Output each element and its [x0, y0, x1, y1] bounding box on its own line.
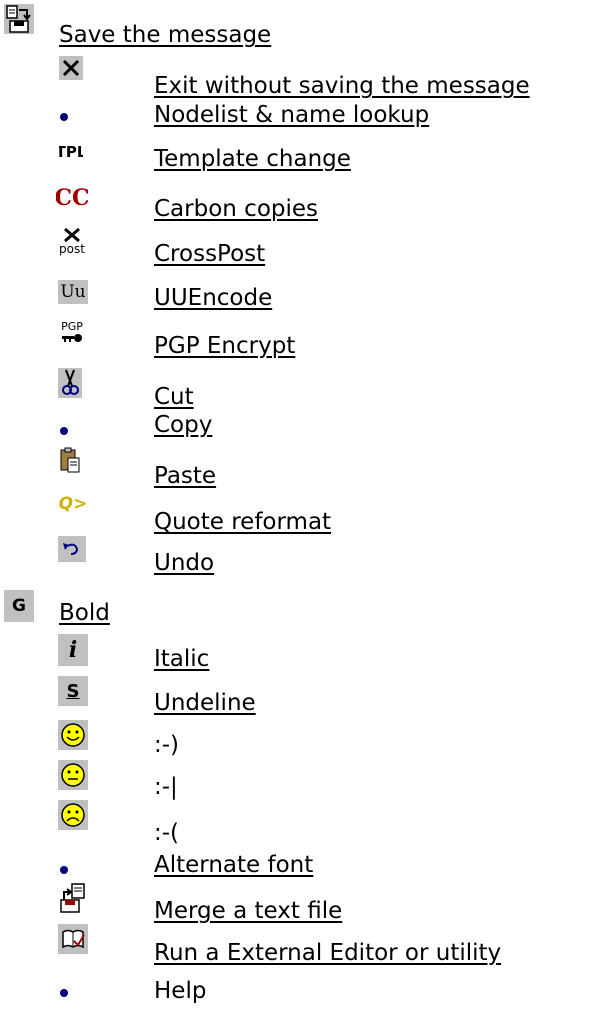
scissors-icon — [58, 368, 82, 398]
item-quote-reformat[interactable]: Q> Quote reformat — [0, 490, 592, 535]
item-smiley-happy[interactable]: :-) — [0, 720, 592, 762]
item-label[interactable]: Run a External Editor or utility — [154, 940, 501, 966]
item-pgp-encrypt[interactable]: PGP PGP Encrypt — [0, 316, 592, 359]
carbon-copy-cc-icon: CC — [56, 186, 88, 210]
item-label[interactable]: Bold — [59, 600, 110, 626]
item-label[interactable]: Merge a text file — [154, 898, 342, 924]
close-icon — [59, 56, 83, 80]
item-label[interactable]: Cut — [154, 384, 194, 410]
item-help[interactable]: Help — [0, 970, 592, 1012]
item-smiley-sad[interactable]: :-( — [0, 800, 592, 846]
quote-reformat-icon: Q> — [58, 492, 88, 516]
item-save-message[interactable]: Save the message — [0, 0, 592, 48]
item-label[interactable]: Quote reformat — [154, 509, 331, 535]
smiley-happy-icon — [58, 720, 88, 750]
item-label[interactable]: Italic — [154, 646, 209, 672]
item-label: :-| — [154, 774, 178, 800]
bullet-icon — [60, 866, 68, 874]
item-label[interactable]: Save the message — [59, 22, 271, 48]
item-undo[interactable]: Undo — [0, 536, 592, 578]
item-label[interactable]: Alternate font — [154, 852, 313, 878]
item-cut[interactable]: Cut — [0, 368, 592, 410]
item-carbon-copies[interactable]: CC Carbon copies — [0, 186, 592, 228]
smiley-sad-icon — [58, 800, 88, 830]
item-label[interactable]: CrossPost — [154, 241, 265, 267]
item-template-change[interactable]: TPL Template change — [0, 140, 592, 182]
pgp-key-icon: PGP — [58, 316, 86, 348]
crosspost-icon: post — [59, 224, 85, 258]
item-label: Help — [154, 978, 207, 1004]
item-label[interactable]: Copy — [154, 412, 212, 438]
clipboard-icon — [58, 446, 82, 474]
item-external-editor[interactable]: Run a External Editor or utility — [0, 924, 592, 966]
bullet-icon — [60, 427, 68, 435]
underline-s-icon: S — [58, 676, 88, 706]
item-crosspost[interactable]: post CrossPost — [0, 224, 592, 267]
item-merge-text-file[interactable]: Merge a text file — [0, 882, 592, 924]
bullet-icon — [60, 989, 68, 997]
item-label[interactable]: UUEncode — [154, 285, 272, 311]
italic-i-icon: i — [58, 634, 88, 666]
undo-arrow-icon — [58, 536, 86, 562]
merge-file-icon — [58, 882, 88, 914]
item-label[interactable]: Undeline — [154, 690, 256, 716]
item-label[interactable]: PGP Encrypt — [154, 333, 295, 359]
item-label[interactable]: Nodelist & name lookup — [154, 102, 429, 128]
item-label: :-) — [154, 732, 180, 758]
uuencode-icon: Uu — [58, 280, 88, 304]
bold-g-icon: G — [4, 590, 34, 622]
item-nodelist-lookup[interactable]: Nodelist & name lookup — [0, 88, 592, 130]
item-label[interactable]: Template change — [154, 146, 351, 172]
item-label[interactable]: Paste — [154, 463, 216, 489]
item-alternate-font[interactable]: Alternate font — [0, 844, 592, 886]
item-label: :-( — [154, 820, 180, 846]
template-tpl-icon: TPL — [59, 140, 83, 164]
item-smiley-neutral[interactable]: :-| — [0, 760, 592, 802]
smiley-neutral-icon — [58, 760, 88, 790]
item-underline[interactable]: S Undeline — [0, 676, 592, 718]
item-italic[interactable]: i Italic — [0, 634, 592, 676]
save-message-icon — [4, 4, 34, 34]
item-label[interactable]: Undo — [154, 550, 214, 576]
item-bold[interactable]: G Bold — [0, 590, 592, 632]
item-paste[interactable]: Paste — [0, 446, 592, 489]
external-editor-icon — [58, 924, 88, 954]
bullet-icon — [60, 113, 68, 121]
item-label[interactable]: Carbon copies — [154, 196, 318, 222]
